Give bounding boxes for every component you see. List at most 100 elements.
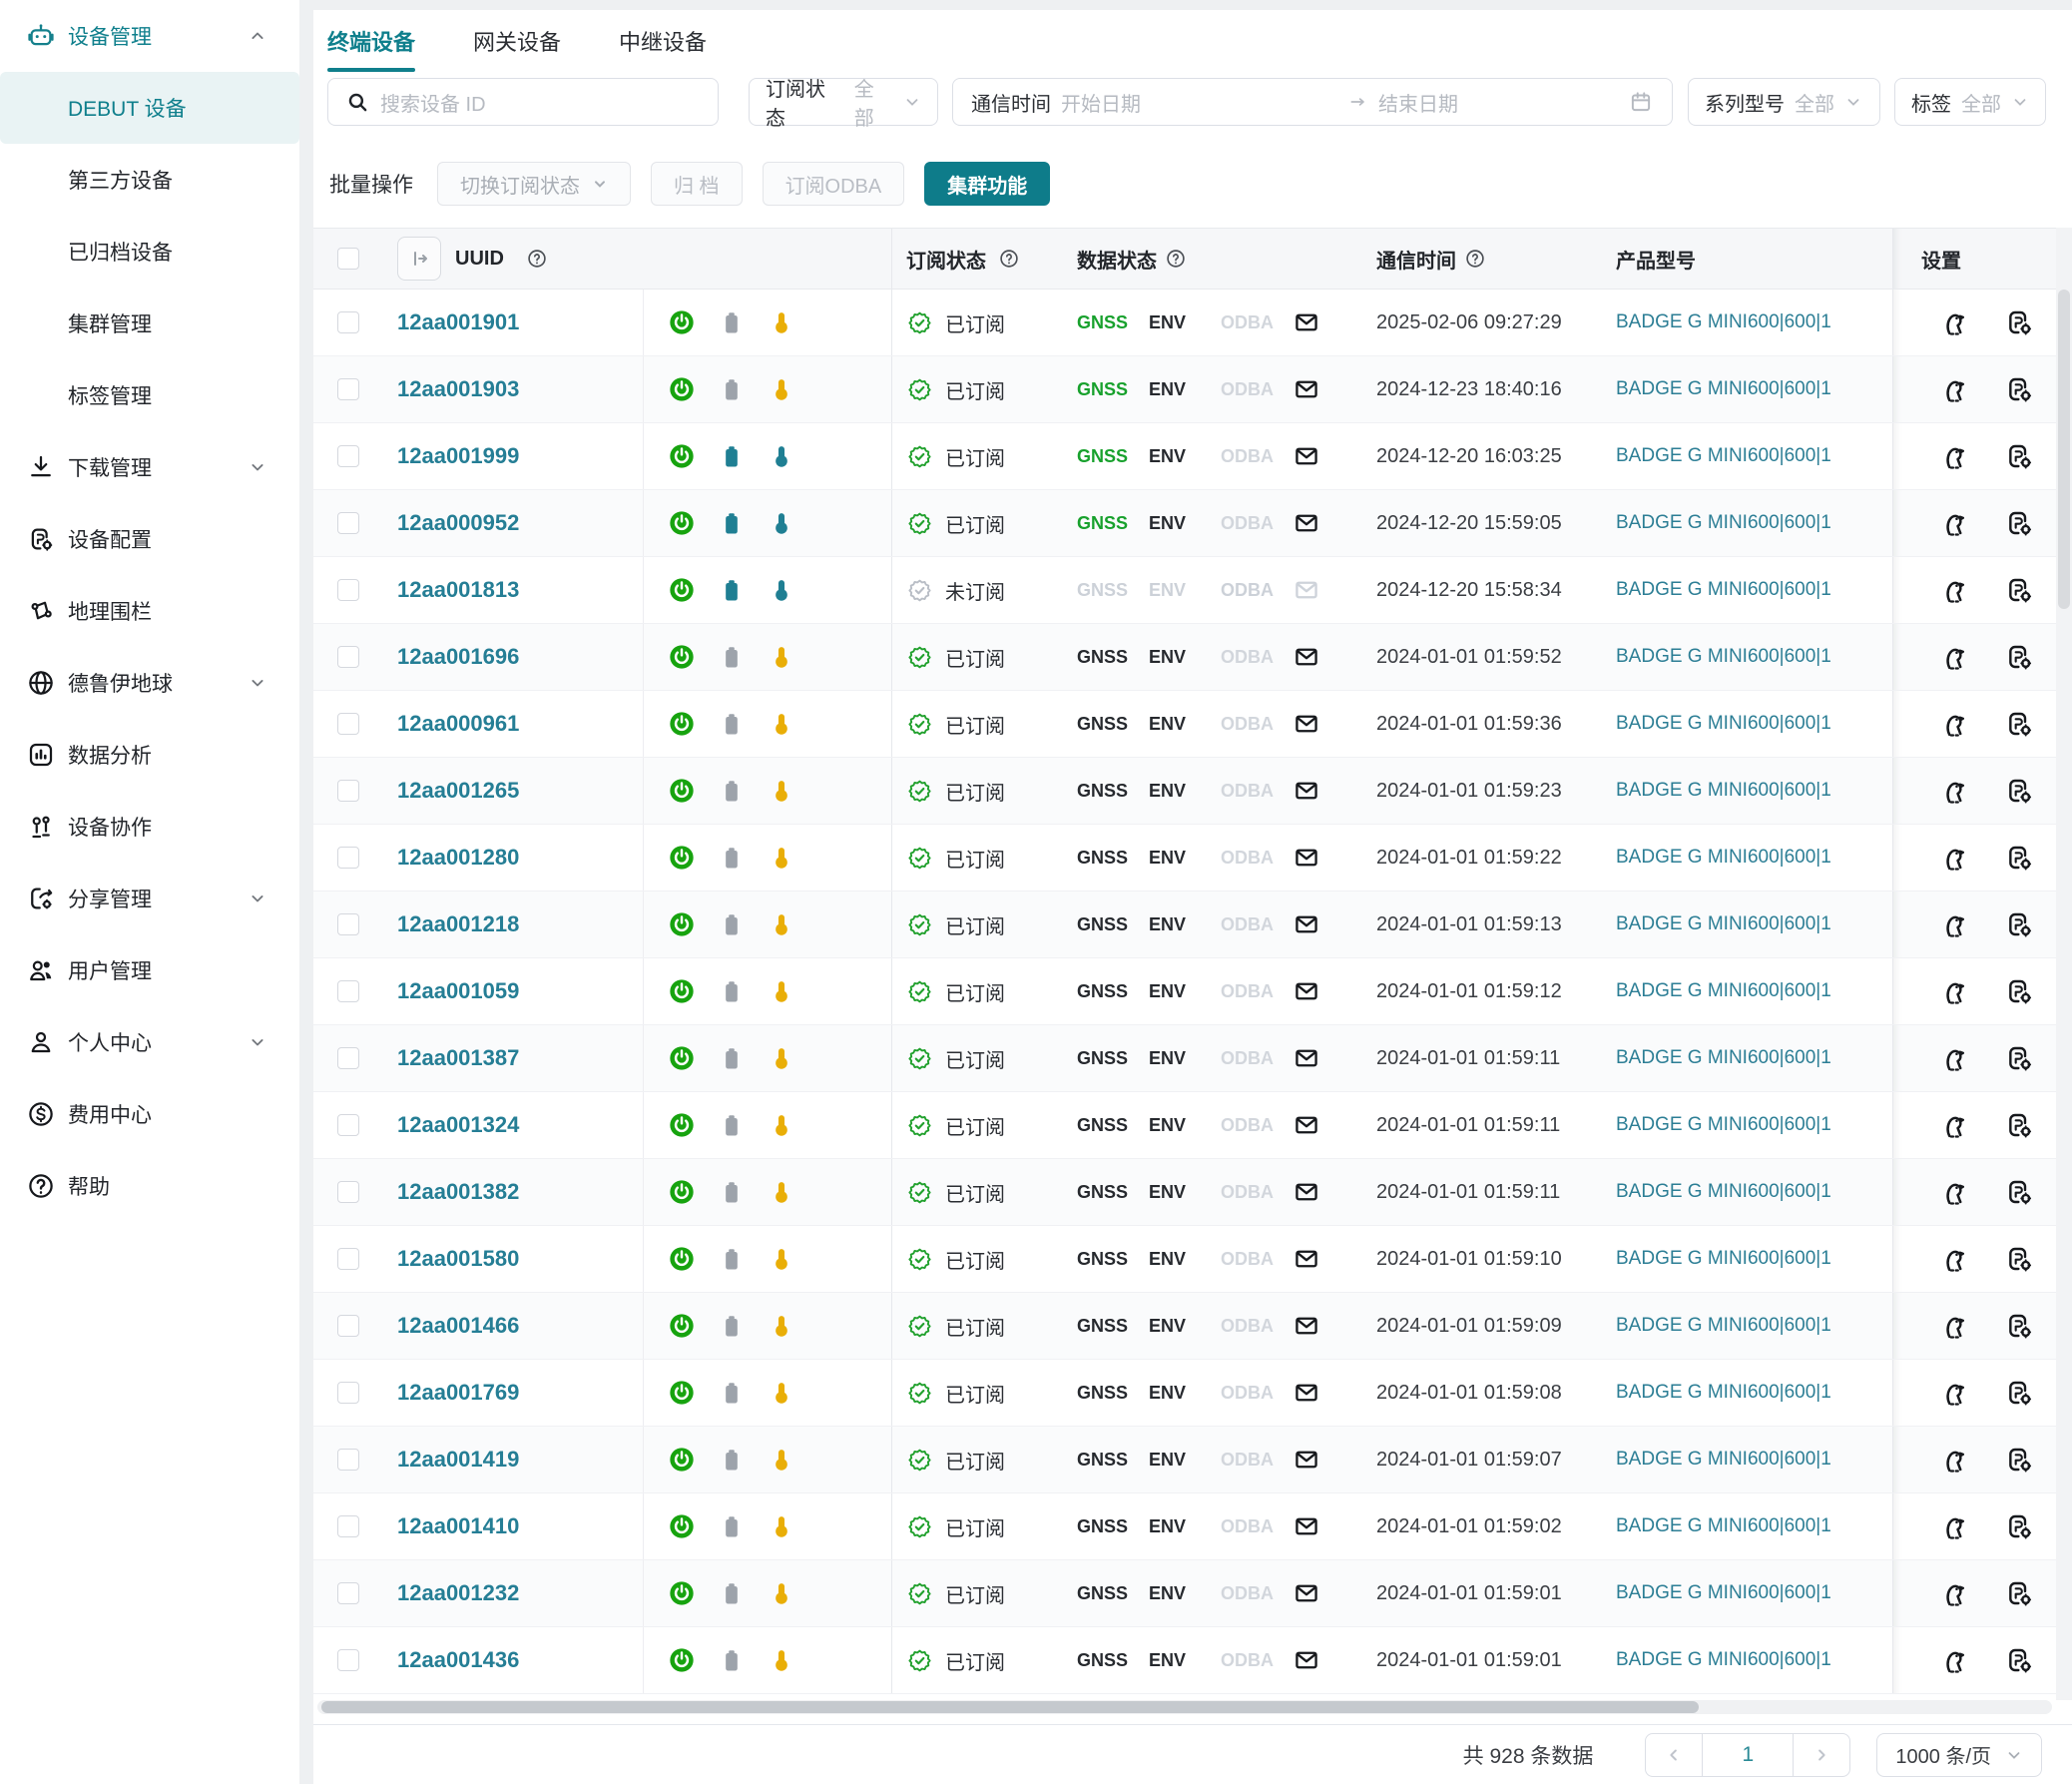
product-model-link[interactable]: BADGE G MINI600|600|1 [1616,1382,1831,1404]
row-checkbox[interactable] [337,713,359,735]
row-checkbox[interactable] [337,1382,359,1404]
device-config-icon[interactable] [2003,641,2035,673]
product-model-link[interactable]: BADGE G MINI600|600|1 [1616,311,1831,333]
sidebar-item-2[interactable]: 第三方设备 [0,144,299,216]
device-uuid-link[interactable]: 12aa000952 [397,510,519,536]
sidebar-item-7[interactable]: 设备配置 [0,503,299,575]
comm-time-filter[interactable]: 通信时间 开始日期 结束日期 [952,78,1673,126]
sidebar-item-6[interactable]: 下载管理 [0,431,299,503]
device-config-icon[interactable] [2003,1042,2035,1074]
row-checkbox[interactable] [337,311,359,333]
device-uuid-link[interactable]: 12aa001466 [397,1313,519,1339]
series-model-filter[interactable]: 系列型号 全部 [1688,78,1880,126]
row-checkbox[interactable] [337,1248,359,1270]
device-uuid-link[interactable]: 12aa001265 [397,778,519,804]
row-checkbox[interactable] [337,1649,359,1671]
tab-2[interactable]: 中继设备 [619,10,707,72]
row-checkbox[interactable] [337,847,359,869]
row-checkbox[interactable] [337,1582,359,1604]
comm-time-help-icon[interactable] [1464,248,1486,270]
device-uuid-link[interactable]: 12aa001382 [397,1179,519,1205]
sidebar-item-13[interactable]: 用户管理 [0,934,299,1006]
horizontal-scrollbar-thumb[interactable] [321,1701,1699,1713]
bird-icon[interactable] [1937,574,1969,606]
device-uuid-link[interactable]: 12aa000961 [397,711,519,737]
row-checkbox[interactable] [337,1515,359,1537]
sidebar-item-0[interactable]: 设备管理 [0,0,299,72]
sidebar-item-15[interactable]: 费用中心 [0,1078,299,1150]
bird-icon[interactable] [1937,842,1969,874]
device-uuid-link[interactable]: 12aa001813 [397,577,519,603]
product-model-link[interactable]: BADGE G MINI600|600|1 [1616,1582,1831,1604]
uuid-help-icon[interactable] [526,248,548,270]
row-checkbox[interactable] [337,980,359,1002]
bird-icon[interactable] [1937,775,1969,807]
product-model-link[interactable]: BADGE G MINI600|600|1 [1616,913,1831,935]
device-uuid-link[interactable]: 12aa001999 [397,443,519,469]
product-model-link[interactable]: BADGE G MINI600|600|1 [1616,1649,1831,1671]
product-model-link[interactable]: BADGE G MINI600|600|1 [1616,1181,1831,1203]
device-uuid-link[interactable]: 12aa001436 [397,1647,519,1673]
bird-icon[interactable] [1937,306,1969,338]
device-uuid-link[interactable]: 12aa001324 [397,1112,519,1138]
bird-icon[interactable] [1937,1510,1969,1542]
bird-icon[interactable] [1937,975,1969,1007]
product-model-link[interactable]: BADGE G MINI600|600|1 [1616,1515,1831,1537]
product-model-link[interactable]: BADGE G MINI600|600|1 [1616,646,1831,668]
bird-icon[interactable] [1937,440,1969,472]
device-uuid-link[interactable]: 12aa001696 [397,644,519,670]
bird-icon[interactable] [1937,1042,1969,1074]
toggle-subscription-button[interactable]: 切换订阅状态 [437,162,631,206]
next-page-button[interactable] [1793,1733,1850,1777]
product-model-link[interactable]: BADGE G MINI600|600|1 [1616,1114,1831,1136]
device-config-icon[interactable] [2003,507,2035,539]
device-config-icon[interactable] [2003,306,2035,338]
select-all-checkbox[interactable] [337,248,359,270]
subscribe-odba-button[interactable]: 订阅ODBA [763,162,905,206]
device-config-icon[interactable] [2003,1243,2035,1275]
product-model-link[interactable]: BADGE G MINI600|600|1 [1616,1047,1831,1069]
search-input[interactable]: 搜索设备 ID [327,78,719,126]
cluster-function-button[interactable]: 集群功能 [924,162,1050,206]
device-config-icon[interactable] [2003,1377,2035,1409]
device-config-icon[interactable] [2003,1444,2035,1476]
product-model-link[interactable]: BADGE G MINI600|600|1 [1616,1449,1831,1471]
bird-icon[interactable] [1937,1577,1969,1609]
tab-0[interactable]: 终端设备 [327,10,415,72]
device-config-icon[interactable] [2003,1510,2035,1542]
product-model-link[interactable]: BADGE G MINI600|600|1 [1616,512,1831,534]
bird-icon[interactable] [1937,1377,1969,1409]
device-config-icon[interactable] [2003,1644,2035,1676]
product-model-link[interactable]: BADGE G MINI600|600|1 [1616,780,1831,802]
archive-button[interactable]: 归 档 [651,162,743,206]
row-checkbox[interactable] [337,512,359,534]
current-page-button[interactable]: 1 [1702,1733,1794,1777]
bird-icon[interactable] [1937,1310,1969,1342]
row-checkbox[interactable] [337,1047,359,1069]
device-config-icon[interactable] [2003,1176,2035,1208]
tag-filter[interactable]: 标签 全部 [1894,78,2046,126]
device-uuid-link[interactable]: 12aa001901 [397,309,519,335]
vertical-scrollbar[interactable] [2056,228,2072,1700]
row-checkbox[interactable] [337,1114,359,1136]
row-checkbox[interactable] [337,445,359,467]
product-model-link[interactable]: BADGE G MINI600|600|1 [1616,980,1831,1002]
expand-column-button[interactable] [397,237,441,281]
bird-icon[interactable] [1937,641,1969,673]
device-config-icon[interactable] [2003,775,2035,807]
row-checkbox[interactable] [337,1449,359,1471]
prev-page-button[interactable] [1645,1733,1703,1777]
bird-icon[interactable] [1937,1109,1969,1141]
product-model-link[interactable]: BADGE G MINI600|600|1 [1616,445,1831,467]
device-config-icon[interactable] [2003,842,2035,874]
device-uuid-link[interactable]: 12aa001232 [397,1580,519,1606]
row-checkbox[interactable] [337,378,359,400]
vertical-scrollbar-thumb[interactable] [2058,290,2070,609]
sidebar-item-8[interactable]: 地理围栏 [0,575,299,647]
device-uuid-link[interactable]: 12aa001059 [397,978,519,1004]
device-config-icon[interactable] [2003,908,2035,940]
product-model-link[interactable]: BADGE G MINI600|600|1 [1616,378,1831,400]
device-uuid-link[interactable]: 12aa001580 [397,1246,519,1272]
data-status-help-icon[interactable] [1165,248,1187,270]
device-config-icon[interactable] [2003,574,2035,606]
